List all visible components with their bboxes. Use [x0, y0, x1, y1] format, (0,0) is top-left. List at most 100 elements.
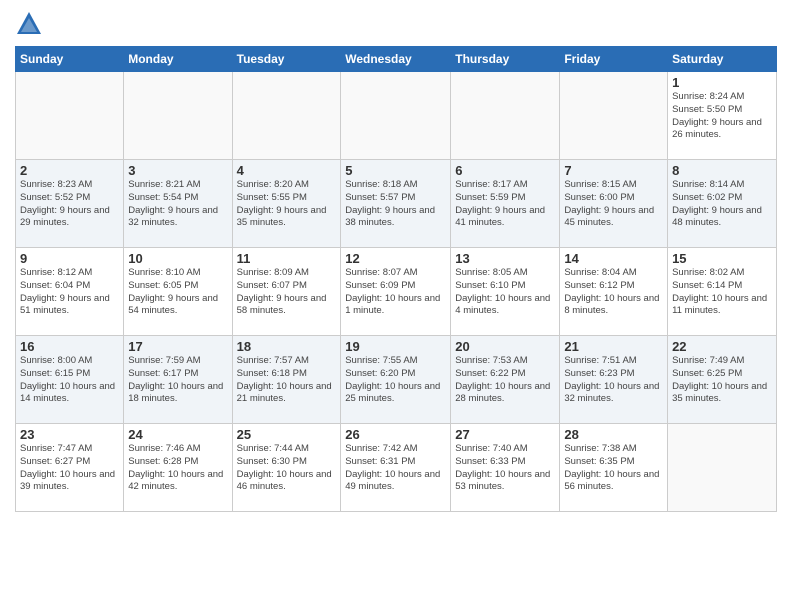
day-cell: 27Sunrise: 7:40 AM Sunset: 6:33 PM Dayli… [451, 424, 560, 512]
col-header-friday: Friday [560, 47, 668, 72]
day-info: Sunrise: 7:38 AM Sunset: 6:35 PM Dayligh… [564, 443, 663, 494]
day-cell: 28Sunrise: 7:38 AM Sunset: 6:35 PM Dayli… [560, 424, 668, 512]
day-number: 7 [564, 163, 663, 178]
day-cell: 15Sunrise: 8:02 AM Sunset: 6:14 PM Dayli… [668, 248, 777, 336]
day-info: Sunrise: 8:23 AM Sunset: 5:52 PM Dayligh… [20, 179, 119, 230]
day-number: 12 [345, 251, 446, 266]
week-row-4: 16Sunrise: 8:00 AM Sunset: 6:15 PM Dayli… [16, 336, 777, 424]
col-header-sunday: Sunday [16, 47, 124, 72]
day-number: 2 [20, 163, 119, 178]
day-cell: 8Sunrise: 8:14 AM Sunset: 6:02 PM Daylig… [668, 160, 777, 248]
day-cell: 14Sunrise: 8:04 AM Sunset: 6:12 PM Dayli… [560, 248, 668, 336]
calendar: SundayMondayTuesdayWednesdayThursdayFrid… [15, 46, 777, 512]
day-number: 17 [128, 339, 227, 354]
day-number: 20 [455, 339, 555, 354]
day-cell: 18Sunrise: 7:57 AM Sunset: 6:18 PM Dayli… [232, 336, 341, 424]
day-info: Sunrise: 7:40 AM Sunset: 6:33 PM Dayligh… [455, 443, 555, 494]
day-info: Sunrise: 7:51 AM Sunset: 6:23 PM Dayligh… [564, 355, 663, 406]
day-cell: 6Sunrise: 8:17 AM Sunset: 5:59 PM Daylig… [451, 160, 560, 248]
day-cell: 11Sunrise: 8:09 AM Sunset: 6:07 PM Dayli… [232, 248, 341, 336]
day-cell: 10Sunrise: 8:10 AM Sunset: 6:05 PM Dayli… [124, 248, 232, 336]
day-cell [560, 72, 668, 160]
day-cell: 4Sunrise: 8:20 AM Sunset: 5:55 PM Daylig… [232, 160, 341, 248]
day-cell [341, 72, 451, 160]
day-cell [16, 72, 124, 160]
day-number: 19 [345, 339, 446, 354]
day-info: Sunrise: 7:47 AM Sunset: 6:27 PM Dayligh… [20, 443, 119, 494]
day-cell: 1Sunrise: 8:24 AM Sunset: 5:50 PM Daylig… [668, 72, 777, 160]
day-cell: 5Sunrise: 8:18 AM Sunset: 5:57 PM Daylig… [341, 160, 451, 248]
col-header-saturday: Saturday [668, 47, 777, 72]
day-info: Sunrise: 8:04 AM Sunset: 6:12 PM Dayligh… [564, 267, 663, 318]
day-info: Sunrise: 7:53 AM Sunset: 6:22 PM Dayligh… [455, 355, 555, 406]
day-info: Sunrise: 8:24 AM Sunset: 5:50 PM Dayligh… [672, 91, 772, 142]
day-info: Sunrise: 7:46 AM Sunset: 6:28 PM Dayligh… [128, 443, 227, 494]
day-cell: 16Sunrise: 8:00 AM Sunset: 6:15 PM Dayli… [16, 336, 124, 424]
day-number: 4 [237, 163, 337, 178]
day-cell: 13Sunrise: 8:05 AM Sunset: 6:10 PM Dayli… [451, 248, 560, 336]
logo [15, 10, 45, 38]
day-info: Sunrise: 8:18 AM Sunset: 5:57 PM Dayligh… [345, 179, 446, 230]
day-info: Sunrise: 7:49 AM Sunset: 6:25 PM Dayligh… [672, 355, 772, 406]
col-header-thursday: Thursday [451, 47, 560, 72]
day-cell [232, 72, 341, 160]
day-cell: 24Sunrise: 7:46 AM Sunset: 6:28 PM Dayli… [124, 424, 232, 512]
day-cell: 21Sunrise: 7:51 AM Sunset: 6:23 PM Dayli… [560, 336, 668, 424]
day-number: 16 [20, 339, 119, 354]
day-info: Sunrise: 8:20 AM Sunset: 5:55 PM Dayligh… [237, 179, 337, 230]
day-number: 22 [672, 339, 772, 354]
week-row-1: 1Sunrise: 8:24 AM Sunset: 5:50 PM Daylig… [16, 72, 777, 160]
day-cell: 25Sunrise: 7:44 AM Sunset: 6:30 PM Dayli… [232, 424, 341, 512]
day-cell: 12Sunrise: 8:07 AM Sunset: 6:09 PM Dayli… [341, 248, 451, 336]
day-number: 11 [237, 251, 337, 266]
day-info: Sunrise: 8:09 AM Sunset: 6:07 PM Dayligh… [237, 267, 337, 318]
day-number: 13 [455, 251, 555, 266]
day-number: 1 [672, 75, 772, 90]
day-cell: 26Sunrise: 7:42 AM Sunset: 6:31 PM Dayli… [341, 424, 451, 512]
day-info: Sunrise: 7:42 AM Sunset: 6:31 PM Dayligh… [345, 443, 446, 494]
day-info: Sunrise: 8:00 AM Sunset: 6:15 PM Dayligh… [20, 355, 119, 406]
day-number: 28 [564, 427, 663, 442]
week-row-3: 9Sunrise: 8:12 AM Sunset: 6:04 PM Daylig… [16, 248, 777, 336]
day-cell [668, 424, 777, 512]
day-info: Sunrise: 7:44 AM Sunset: 6:30 PM Dayligh… [237, 443, 337, 494]
day-number: 14 [564, 251, 663, 266]
day-cell: 22Sunrise: 7:49 AM Sunset: 6:25 PM Dayli… [668, 336, 777, 424]
day-number: 3 [128, 163, 227, 178]
day-info: Sunrise: 7:57 AM Sunset: 6:18 PM Dayligh… [237, 355, 337, 406]
day-number: 23 [20, 427, 119, 442]
header-row: SundayMondayTuesdayWednesdayThursdayFrid… [16, 47, 777, 72]
day-cell: 20Sunrise: 7:53 AM Sunset: 6:22 PM Dayli… [451, 336, 560, 424]
day-number: 15 [672, 251, 772, 266]
day-info: Sunrise: 8:15 AM Sunset: 6:00 PM Dayligh… [564, 179, 663, 230]
day-number: 26 [345, 427, 446, 442]
logo-icon [15, 10, 43, 38]
header [15, 10, 777, 38]
day-cell: 17Sunrise: 7:59 AM Sunset: 6:17 PM Dayli… [124, 336, 232, 424]
day-cell: 19Sunrise: 7:55 AM Sunset: 6:20 PM Dayli… [341, 336, 451, 424]
day-cell: 9Sunrise: 8:12 AM Sunset: 6:04 PM Daylig… [16, 248, 124, 336]
day-number: 27 [455, 427, 555, 442]
week-row-2: 2Sunrise: 8:23 AM Sunset: 5:52 PM Daylig… [16, 160, 777, 248]
page: SundayMondayTuesdayWednesdayThursdayFrid… [0, 0, 792, 522]
day-number: 10 [128, 251, 227, 266]
day-info: Sunrise: 8:10 AM Sunset: 6:05 PM Dayligh… [128, 267, 227, 318]
week-row-5: 23Sunrise: 7:47 AM Sunset: 6:27 PM Dayli… [16, 424, 777, 512]
day-info: Sunrise: 8:12 AM Sunset: 6:04 PM Dayligh… [20, 267, 119, 318]
day-number: 9 [20, 251, 119, 266]
day-cell [124, 72, 232, 160]
day-number: 18 [237, 339, 337, 354]
day-info: Sunrise: 8:14 AM Sunset: 6:02 PM Dayligh… [672, 179, 772, 230]
day-info: Sunrise: 8:17 AM Sunset: 5:59 PM Dayligh… [455, 179, 555, 230]
day-number: 24 [128, 427, 227, 442]
day-number: 6 [455, 163, 555, 178]
day-info: Sunrise: 8:21 AM Sunset: 5:54 PM Dayligh… [128, 179, 227, 230]
day-number: 21 [564, 339, 663, 354]
day-cell [451, 72, 560, 160]
day-info: Sunrise: 8:05 AM Sunset: 6:10 PM Dayligh… [455, 267, 555, 318]
col-header-tuesday: Tuesday [232, 47, 341, 72]
col-header-wednesday: Wednesday [341, 47, 451, 72]
day-info: Sunrise: 7:59 AM Sunset: 6:17 PM Dayligh… [128, 355, 227, 406]
day-info: Sunrise: 8:07 AM Sunset: 6:09 PM Dayligh… [345, 267, 446, 318]
col-header-monday: Monday [124, 47, 232, 72]
